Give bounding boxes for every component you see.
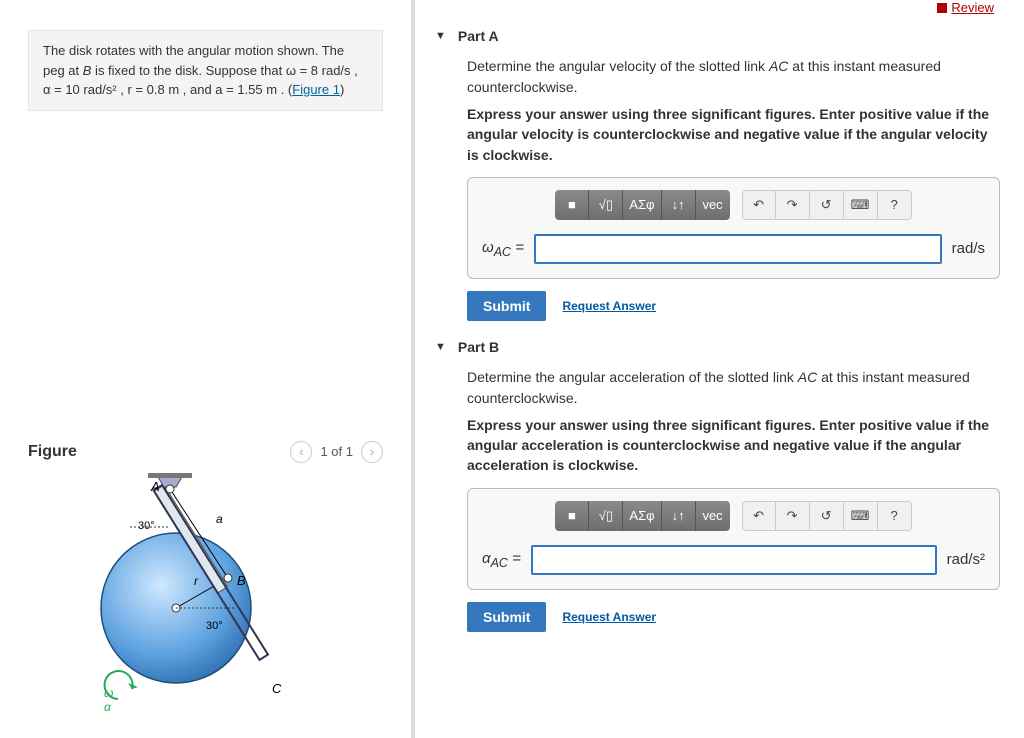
part-b-var-label: αAC = [482,550,521,570]
tool-sqrt-icon[interactable]: √▯ [589,501,623,531]
part-a-answer-box: ■ √▯ ΑΣφ ↓↑ vec ↶ ↷ ↺ ⌨ ? ωAC = [467,177,1000,279]
svg-text:ω: ω [104,686,113,700]
part-b-question: Determine the angular acceleration of th… [467,367,1000,409]
part-a-var-label: ωAC = [482,239,524,259]
figure-prev-button[interactable]: ‹ [290,441,312,463]
figure-link[interactable]: Figure 1 [292,82,340,97]
part-b-unit: rad/s² [947,551,985,568]
part-a-request-answer-link[interactable]: Request Answer [562,299,656,313]
tool-subsup-icon[interactable]: ↓↑ [662,190,696,220]
part-a-header[interactable]: ▼ Part A [435,28,1000,44]
svg-text:30°: 30° [206,620,223,632]
help-button[interactable]: ? [878,501,912,531]
part-b-request-answer-link[interactable]: Request Answer [562,610,656,624]
review-link[interactable]: Review [937,0,994,15]
tool-vector-icon[interactable]: vec [696,190,730,220]
flag-icon [937,3,947,13]
tool-template-icon[interactable]: ■ [555,190,589,220]
part-b-answer-box: ■ √▯ ΑΣφ ↓↑ vec ↶ ↷ ↺ ⌨ ? αAC = [467,488,1000,590]
equation-toolbar: ■ √▯ ΑΣφ ↓↑ vec ↶ ↷ ↺ ⌨ ? [482,190,985,220]
chevron-down-icon: ▼ [435,341,446,353]
reset-button[interactable]: ↺ [810,501,844,531]
keyboard-button[interactable]: ⌨ [844,501,878,531]
equation-toolbar: ■ √▯ ΑΣφ ↓↑ vec ↶ ↷ ↺ ⌨ ? [482,501,985,531]
part-b-instruction: Express your answer using three signific… [467,415,1000,476]
tool-template-icon[interactable]: ■ [555,501,589,531]
tool-greek-icon[interactable]: ΑΣφ [623,190,661,220]
svg-text:C: C [272,681,282,696]
part-a-title: Part A [458,28,499,44]
part-a-submit-button[interactable]: Submit [467,291,546,321]
figure-diagram: A B C a r 30° 30° ω α [28,473,383,713]
tool-greek-icon[interactable]: ΑΣφ [623,501,661,531]
part-a-answer-input[interactable] [534,234,942,264]
undo-button[interactable]: ↶ [742,501,776,531]
part-a-unit: rad/s [952,240,985,257]
figure-next-button[interactable]: › [361,441,383,463]
keyboard-button[interactable]: ⌨ [844,190,878,220]
svg-text:α: α [104,700,112,713]
redo-button[interactable]: ↷ [776,190,810,220]
part-b-submit-button[interactable]: Submit [467,602,546,632]
svg-text:30°: 30° [138,520,155,532]
figure-title: Figure [28,443,77,461]
tool-vector-icon[interactable]: vec [696,501,730,531]
problem-statement: The disk rotates with the angular motion… [28,30,383,111]
redo-button[interactable]: ↷ [776,501,810,531]
chevron-down-icon: ▼ [435,30,446,42]
svg-text:A: A [150,479,160,494]
part-a-question: Determine the angular velocity of the sl… [467,56,1000,98]
part-b-header[interactable]: ▼ Part B [435,339,1000,355]
part-b-answer-input[interactable] [531,545,937,575]
help-button[interactable]: ? [878,190,912,220]
part-a-instruction: Express your answer using three signific… [467,104,1000,165]
undo-button[interactable]: ↶ [742,190,776,220]
svg-text:B: B [237,573,246,588]
figure-counter: 1 of 1 [320,444,353,459]
tool-sqrt-icon[interactable]: √▯ [589,190,623,220]
svg-text:a: a [216,512,223,526]
reset-button[interactable]: ↺ [810,190,844,220]
part-b-title: Part B [458,339,499,355]
tool-subsup-icon[interactable]: ↓↑ [662,501,696,531]
